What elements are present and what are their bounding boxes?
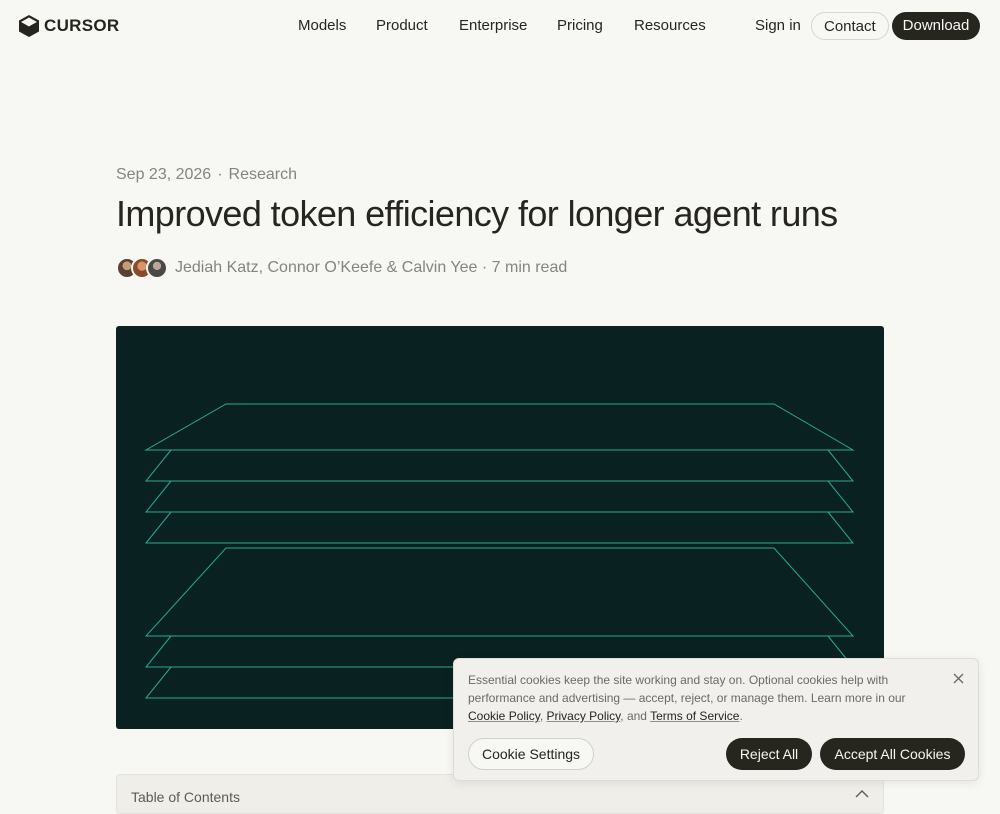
article-meta: Sep 23, 2026 · Research: [116, 166, 297, 184]
meta-separator: ·: [217, 166, 223, 183]
author-avatars: [116, 257, 168, 279]
nav-link-enterprise[interactable]: Enterprise: [459, 17, 527, 34]
author-names: Jediah Katz, Connor O’Keefe & Calvin Yee: [175, 259, 478, 276]
nav-link-pricing[interactable]: Pricing: [557, 17, 603, 34]
cookie-policy-link[interactable]: Cookie Policy: [468, 709, 540, 723]
accept-all-cookies-button[interactable]: Accept All Cookies: [820, 738, 965, 770]
reject-all-button[interactable]: Reject All: [726, 738, 812, 770]
cookie-text-body: Essential cookies keep the site working …: [468, 673, 906, 705]
nav-link-product[interactable]: Product: [376, 17, 428, 34]
close-icon[interactable]: [953, 673, 964, 684]
terms-of-service-link[interactable]: Terms of Service: [650, 709, 739, 723]
article-category[interactable]: Research: [229, 166, 297, 183]
contact-button[interactable]: Contact: [811, 12, 889, 40]
article-byline: Jediah Katz, Connor O’Keefe & Calvin Yee…: [116, 257, 567, 279]
cookie-message: Essential cookies keep the site working …: [468, 671, 938, 725]
toc-label: Table of Contents: [131, 789, 240, 805]
read-time: · 7 min read: [481, 259, 568, 276]
top-navigation: CURSOR Models Product Enterprise Pricing…: [0, 0, 1000, 52]
privacy-policy-link[interactable]: Privacy Policy: [546, 709, 620, 723]
nav-link-models[interactable]: Models: [298, 17, 346, 34]
chevron-up-icon[interactable]: [855, 789, 869, 799]
avatar-calvin-yee: [146, 257, 168, 279]
cookie-settings-button[interactable]: Cookie Settings: [468, 738, 595, 770]
article-date: Sep 23, 2026: [116, 166, 212, 183]
cookie-period: .: [739, 709, 743, 723]
cookie-banner: Essential cookies keep the site working …: [453, 658, 979, 781]
sign-in-link[interactable]: Sign in: [755, 17, 801, 34]
article-title: Improved token efficiency for longer age…: [116, 193, 838, 234]
cookie-and-text: , and: [620, 709, 651, 723]
nav-link-resources[interactable]: Resources: [634, 17, 706, 34]
byline-text: Jediah Katz, Connor O’Keefe & Calvin Yee…: [175, 259, 567, 277]
download-button[interactable]: Download: [892, 12, 980, 40]
